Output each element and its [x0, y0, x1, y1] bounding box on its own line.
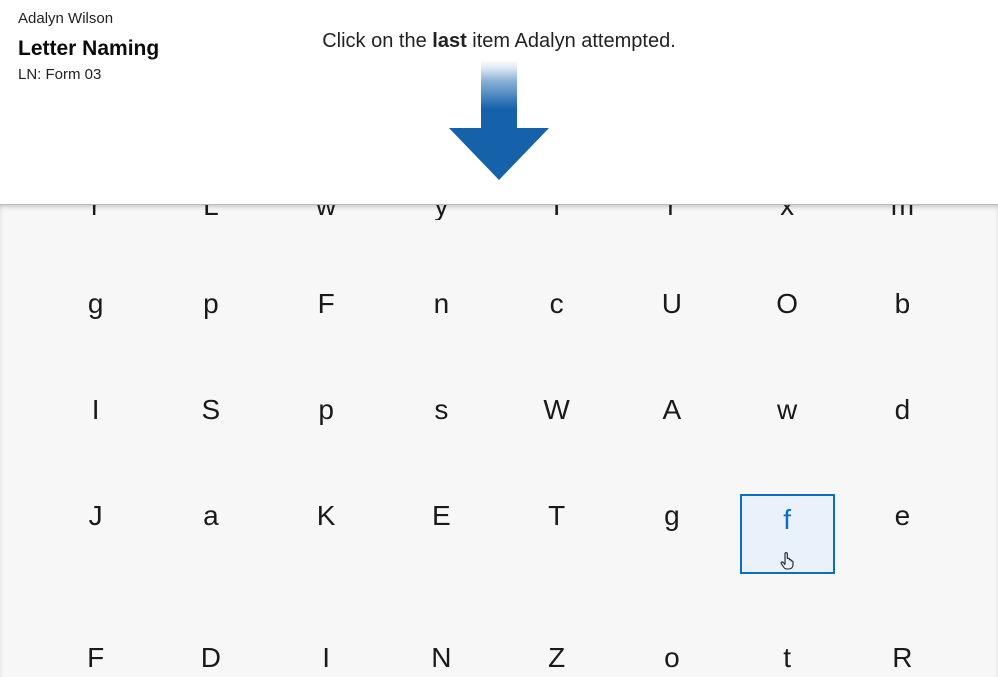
letter-cell[interactable]: s [394, 388, 489, 432]
letter-cell[interactable]: g [48, 282, 143, 326]
letter-cell[interactable]: W [509, 388, 604, 432]
letter-cell[interactable]: U [624, 282, 719, 326]
letter-cell[interactable]: p [279, 388, 374, 432]
letter-cell[interactable]: F [279, 282, 374, 326]
instruction-prefix: Click on the [322, 30, 432, 52]
letter-cell[interactable]: D [163, 636, 258, 677]
letter-cell[interactable]: r [624, 204, 719, 220]
letter-cell[interactable]: K [279, 494, 374, 574]
down-arrow-icon [449, 60, 549, 180]
letter-cell[interactable]: L [163, 204, 258, 220]
letter-cell[interactable]: y [394, 204, 489, 220]
letter-cell[interactable]: I [279, 636, 374, 677]
letter-cell[interactable]: x [740, 204, 835, 220]
pointer-hand-icon [779, 546, 795, 566]
letter-cell[interactable]: o [624, 636, 719, 677]
letter-cell[interactable]: R [855, 636, 950, 677]
letter-grid-area: rLwyIrxmgpFncUObISpsWAwdJaKETgfeFDINZotR [0, 204, 998, 677]
student-name: Adalyn Wilson [18, 10, 980, 27]
instruction-text: Click on the last item Adalyn attempted. [0, 30, 998, 53]
letter-cell[interactable]: T [509, 494, 604, 574]
letter-cell[interactable]: S [163, 388, 258, 432]
letter-cell[interactable]: J [48, 494, 143, 574]
letter-cell[interactable]: m [855, 204, 950, 220]
letter-cell[interactable]: t [740, 636, 835, 677]
letter-cell[interactable]: a [163, 494, 258, 574]
letter-cell[interactable]: F [48, 636, 143, 677]
letter-grid: rLwyIrxmgpFncUObISpsWAwdJaKETgfeFDINZotR [0, 204, 998, 677]
letter-cell[interactable]: E [394, 494, 489, 574]
letter-cell[interactable]: e [855, 494, 950, 574]
letter-cell[interactable]: b [855, 282, 950, 326]
letter-cell[interactable]: w [279, 204, 374, 220]
letter-cell[interactable]: I [509, 204, 604, 220]
instruction-bold: last [432, 30, 466, 52]
letter-cell[interactable]: d [855, 388, 950, 432]
letter-cell[interactable]: n [394, 282, 489, 326]
instruction-suffix: item Adalyn attempted. [467, 30, 676, 52]
letter-cell[interactable]: Z [509, 636, 604, 677]
header: Adalyn Wilson Letter Naming LN: Form 03 … [0, 0, 998, 204]
letter-cell[interactable]: c [509, 282, 604, 326]
letter-cell-selected[interactable]: f [740, 494, 835, 574]
letter-cell[interactable]: p [163, 282, 258, 326]
letter-cell[interactable]: N [394, 636, 489, 677]
letter-cell[interactable]: g [624, 494, 719, 574]
letter-cell[interactable]: A [624, 388, 719, 432]
letter-cell[interactable]: r [48, 204, 143, 220]
letter-cell[interactable]: I [48, 388, 143, 432]
letter-cell[interactable]: w [740, 388, 835, 432]
letter-cell[interactable]: O [740, 282, 835, 326]
